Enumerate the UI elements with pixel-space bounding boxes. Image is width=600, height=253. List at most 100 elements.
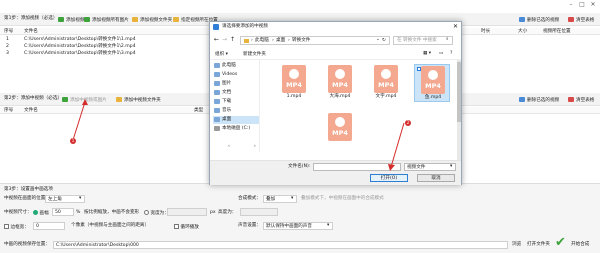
filename-label: 文件名(N): — [288, 164, 311, 169]
nav-item-desktop[interactable]: 桌面 — [213, 116, 259, 124]
add-video-button[interactable]: 添加视频 — [58, 17, 84, 24]
documents-icon — [214, 90, 220, 95]
dialog-scrollbar[interactable] — [457, 60, 461, 160]
dialog-search-input[interactable]: 在 转换文件 中搜索 ⌕ — [393, 36, 453, 45]
folder-icon — [132, 17, 138, 22]
cancel-button[interactable]: 取消 — [417, 174, 455, 182]
chevron-down-icon: ▾ — [327, 223, 330, 228]
breadcrumb-item[interactable]: 转换文件 — [292, 38, 310, 44]
col-index: 序号 — [4, 107, 14, 113]
dialog-title-bar: 请选择要添加的中视频 ✕ — [210, 22, 461, 33]
dialog-file-grid: MP4 1.mp4 MP4 大海.mp4 MP4 文字.mp4 MP4 鱼.mp… — [262, 60, 458, 160]
ratio-input[interactable]: 50 — [52, 208, 74, 216]
output-path-input[interactable]: C:\Users\Administrator\Desktop\000 — [53, 241, 508, 249]
forward-arrow-icon[interactable]: → — [222, 37, 227, 43]
clear-table-button-2[interactable]: 清空表格 — [568, 97, 594, 104]
width-radio[interactable]: 宽度为： — [144, 210, 169, 217]
mode-select[interactable]: 叠加 ▾ — [263, 195, 297, 203]
file-item[interactable]: MP4 大海.mp4 — [322, 64, 358, 102]
minimize-button[interactable]: – — [567, 2, 575, 9]
checkbox-icon — [4, 224, 9, 229]
close-button[interactable]: ✕ — [589, 2, 597, 9]
new-folder-button[interactable]: 新建文件夹 — [243, 52, 266, 58]
checkbox-icon — [174, 224, 179, 229]
checkmark-icon[interactable]: ✔ — [555, 236, 566, 249]
video-thumbnail: MP4 — [328, 65, 352, 93]
clear-icon — [568, 17, 574, 22]
search-icon: ⌕ — [446, 37, 449, 42]
view-options-icon[interactable]: ▦ ▾ — [423, 51, 431, 57]
row-index: 2 — [6, 44, 9, 49]
nav-item[interactable]: 下载 — [213, 98, 259, 106]
sound-select[interactable]: 默认保持中画面的声音 ▾ — [263, 222, 333, 230]
width-input[interactable] — [167, 208, 207, 216]
height-input[interactable] — [240, 208, 278, 216]
border-hint: 个像素（中视频与主画面之间的距离） — [71, 223, 150, 228]
breadcrumb-item[interactable]: 桌面 — [276, 38, 285, 44]
loop-option[interactable]: 循环播放 — [174, 224, 199, 231]
add-video-images-button[interactable]: 添加视频所有图片 — [84, 17, 129, 24]
nav-item[interactable]: 音乐 — [213, 107, 259, 115]
nav-item[interactable]: 此电脑 — [213, 62, 259, 70]
music-icon — [214, 108, 220, 113]
close-icon[interactable]: ✕ — [453, 24, 458, 30]
dialog-bottom-bar: 文件名(N): 视频文件 ▾ 打开(O) 取消 — [210, 160, 461, 185]
width-unit: px — [210, 210, 216, 215]
row-index: 1 — [6, 37, 9, 42]
step2-label: 第2步：添加中视频（必选） — [4, 96, 63, 101]
refresh-icon[interactable]: ↻ — [382, 38, 386, 44]
delete-selected-button-2[interactable]: 删除已选的视频 — [519, 97, 559, 104]
border-option[interactable]: 边框宽： — [4, 224, 29, 231]
add-mid-folder-button[interactable]: 添加中视频文件夹 — [116, 97, 161, 104]
video-thumbnail: MP4 — [421, 66, 445, 94]
browse-button[interactable]: 浏览 — [512, 242, 521, 248]
back-arrow-icon[interactable]: ← — [214, 37, 219, 43]
chevron-down-icon[interactable]: ⌄ — [376, 37, 380, 43]
file-item[interactable]: MP4 1.mp4 — [276, 64, 312, 102]
pane-icon[interactable]: ▭ — [439, 51, 443, 57]
delete-icon — [519, 17, 525, 22]
row-file: C:\Users\Administrator\Desktop\转换文件1\1.m… — [24, 37, 136, 42]
address-bar[interactable]: › 此电脑 › 桌面 › 转换文件 ⌄ ↻ — [240, 36, 390, 45]
col-location: 视频所在位置 — [543, 28, 571, 34]
col-filename: 文件名 — [24, 28, 38, 34]
file-item[interactable]: MP4 文字.mp4 — [368, 64, 404, 102]
col-type: 类型 — [194, 107, 204, 113]
nav-item[interactable]: 本地磁盘 (C:) — [213, 125, 259, 133]
position-select[interactable]: 左上角 ▾ — [45, 195, 85, 203]
folder-icon — [173, 17, 179, 22]
videos-icon — [214, 72, 220, 77]
annotation-arrow-1 — [72, 99, 88, 141]
sound-label: 声音设置： — [238, 223, 261, 228]
up-arrow-icon[interactable]: ↑ — [230, 37, 235, 43]
col-filename: 文件名 — [24, 107, 38, 113]
scroll-left-icon[interactable]: ‹ — [228, 144, 230, 150]
border-input[interactable]: 0 — [33, 222, 65, 230]
scroll-right-icon[interactable]: › — [254, 144, 256, 150]
breadcrumb-item[interactable]: 此电脑 — [255, 38, 269, 44]
open-button[interactable]: 打开(O) — [370, 174, 408, 182]
col-index: 序号 — [4, 28, 14, 34]
maximize-button[interactable]: □ — [578, 2, 586, 9]
mode-label: 合成模式： — [238, 196, 261, 201]
play-icon — [335, 117, 345, 127]
nav-item[interactable]: Videos — [213, 71, 259, 79]
help-icon[interactable]: ? — [450, 51, 452, 57]
organize-button[interactable]: 组织 ▾ — [215, 52, 228, 58]
video-thumbnail: MP4 — [328, 113, 352, 141]
radio-icon — [144, 210, 149, 215]
clear-table-button[interactable]: 清空表格 — [568, 17, 594, 24]
file-item[interactable]: MP4 — [322, 112, 358, 150]
add-folder-button[interactable]: 添加视频文件夹 — [132, 17, 172, 24]
row-index: 3 — [6, 51, 9, 56]
dialog-toolbar: 组织 ▾ 新建文件夹 ▦ ▾ ▭ ? — [210, 50, 461, 60]
delete-selected-button[interactable]: 删除已选的视频 — [519, 17, 559, 24]
download-icon — [214, 99, 220, 104]
nav-item[interactable]: 图片 — [213, 80, 259, 88]
nav-item[interactable]: 文档 — [213, 89, 259, 97]
file-item-selected[interactable]: MP4 鱼.mp4 — [414, 64, 450, 102]
start-button[interactable]: 开始合成 — [571, 242, 589, 248]
play-icon — [335, 69, 345, 79]
open-folder-button[interactable]: 打开文件夹 — [527, 242, 550, 248]
ratio-radio[interactable]: 画幅 — [33, 210, 49, 217]
